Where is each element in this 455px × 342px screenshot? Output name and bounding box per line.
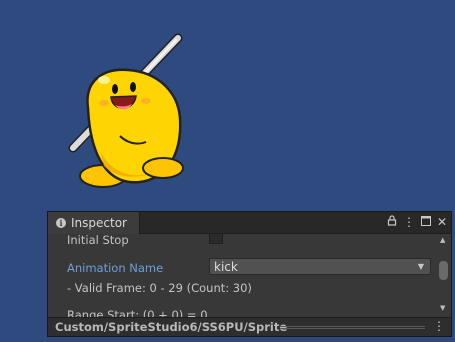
- left-eye: [112, 84, 118, 94]
- front-foot: [142, 157, 184, 179]
- animation-name-dropdown[interactable]: kick ▼: [209, 258, 431, 275]
- tab-label: Inspector: [71, 216, 127, 230]
- info-icon: i: [56, 218, 66, 228]
- tab-inspector[interactable]: i Inspector: [48, 212, 140, 234]
- scroll-up-arrow-icon[interactable]: ▲: [440, 236, 445, 244]
- inspector-content: Initial Stop Animation Name kick ▼ - Val…: [48, 234, 436, 318]
- scrollbar-thumb[interactable]: [439, 261, 448, 280]
- inspector-scrollbar[interactable]: ▲ ▼: [437, 234, 451, 318]
- animation-name-value: kick: [214, 259, 238, 274]
- component-path: Custom/SpriteStudio6/SS6PU/Sprite: [55, 320, 288, 334]
- window-controls: ⋮ ✕: [387, 215, 447, 229]
- animation-name-label: Animation Name: [67, 261, 164, 275]
- initial-stop-label: Initial Stop: [67, 234, 129, 247]
- close-icon[interactable]: ✕: [437, 215, 447, 229]
- chevron-down-icon: ▼: [417, 262, 424, 271]
- lock-icon[interactable]: [387, 215, 397, 229]
- more-options-icon[interactable]: ⋮: [403, 215, 415, 229]
- component-path-bar: Custom/SpriteStudio6/SS6PU/Sprite ⋮: [48, 317, 451, 336]
- inspector-panel: i Inspector ⋮ ✕ Initial Stop Animation N…: [47, 211, 452, 337]
- scroll-down-arrow-icon[interactable]: ▼: [440, 304, 445, 312]
- initial-stop-checkbox[interactable]: [209, 234, 223, 244]
- sprite-character[interactable]: [0, 0, 455, 215]
- component-menu-icon[interactable]: ⋮: [433, 319, 445, 333]
- path-divider: [280, 326, 425, 329]
- inspector-tab-bar: i Inspector ⋮ ✕: [48, 212, 451, 234]
- right-eye: [130, 82, 136, 92]
- valid-frame-text: - Valid Frame: 0 - 29 (Count: 30): [67, 281, 252, 295]
- maximize-icon[interactable]: [420, 215, 431, 229]
- scene-view[interactable]: [0, 0, 455, 215]
